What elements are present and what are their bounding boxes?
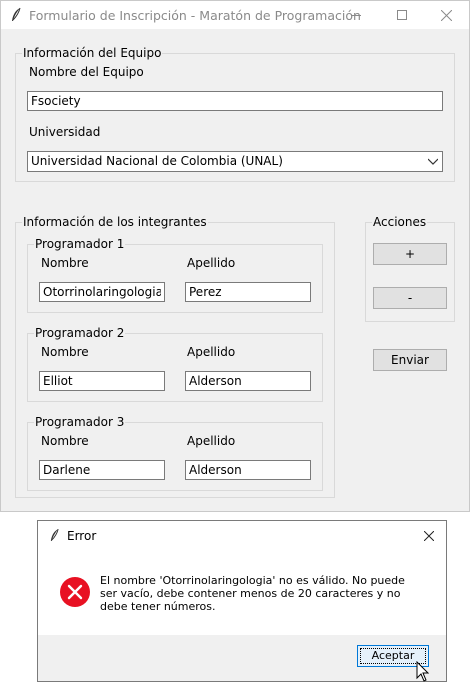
team-info-title: Información del Equipo <box>23 46 162 60</box>
window-title: Formulario de Inscripción - Maratón de P… <box>29 8 361 23</box>
close-icon <box>424 531 434 541</box>
submit-button[interactable]: Enviar <box>373 349 447 371</box>
programmer-title: Programador 2 <box>35 326 125 340</box>
dialog-title: Error <box>67 529 97 543</box>
last-name-label: Apellido <box>187 345 236 359</box>
minimize-icon <box>351 15 361 16</box>
programmer-last-name-input[interactable] <box>185 460 311 480</box>
feather-icon <box>50 528 59 541</box>
maximize-button[interactable] <box>379 1 425 29</box>
dialog-footer: Aceptar <box>38 635 446 681</box>
university-label: Universidad <box>29 125 101 139</box>
programmer-first-name-input[interactable] <box>39 282 165 302</box>
last-name-label: Apellido <box>187 434 236 448</box>
university-select[interactable]: Universidad Nacional de Colombia (UNAL) <box>27 151 443 172</box>
add-programmer-button[interactable]: + <box>373 243 447 265</box>
programmer-title: Programador 1 <box>35 237 125 251</box>
title-bar[interactable]: Formulario de Inscripción - Maratón de P… <box>1 1 469 29</box>
first-name-label: Nombre <box>41 345 89 359</box>
error-message: El nombre 'Otorrinolaringologia' no es v… <box>100 574 405 613</box>
programmer-last-name-input[interactable] <box>185 282 311 302</box>
dialog-close-button[interactable] <box>412 521 446 551</box>
maximize-icon <box>397 10 407 20</box>
university-select-value: Universidad Nacional de Colombia (UNAL) <box>31 154 283 168</box>
minimize-button[interactable] <box>333 1 379 29</box>
close-icon <box>440 9 452 21</box>
first-name-label: Nombre <box>41 256 89 270</box>
programmer-title: Programador 3 <box>35 415 125 429</box>
feather-icon <box>12 7 21 21</box>
main-window: Formulario de Inscripción - Maratón de P… <box>0 0 470 512</box>
programmer-last-name-input[interactable] <box>185 371 311 391</box>
last-name-label: Apellido <box>187 256 236 270</box>
chevron-down-icon <box>428 158 438 165</box>
first-name-label: Nombre <box>41 434 89 448</box>
team-name-input[interactable] <box>27 91 443 111</box>
members-title: Información de los integrantes <box>23 215 207 229</box>
mouse-cursor-icon <box>416 661 430 682</box>
actions-title: Acciones <box>373 215 427 229</box>
programmer-first-name-input[interactable] <box>39 460 165 480</box>
programmer-first-name-input[interactable] <box>39 371 165 391</box>
error-dialog: Error El nombre 'Otorrinolaringologia' n… <box>37 520 447 682</box>
close-button[interactable] <box>423 1 469 29</box>
remove-programmer-button[interactable]: - <box>373 287 447 309</box>
error-icon <box>60 577 90 607</box>
team-name-label: Nombre del Equipo <box>29 65 144 79</box>
